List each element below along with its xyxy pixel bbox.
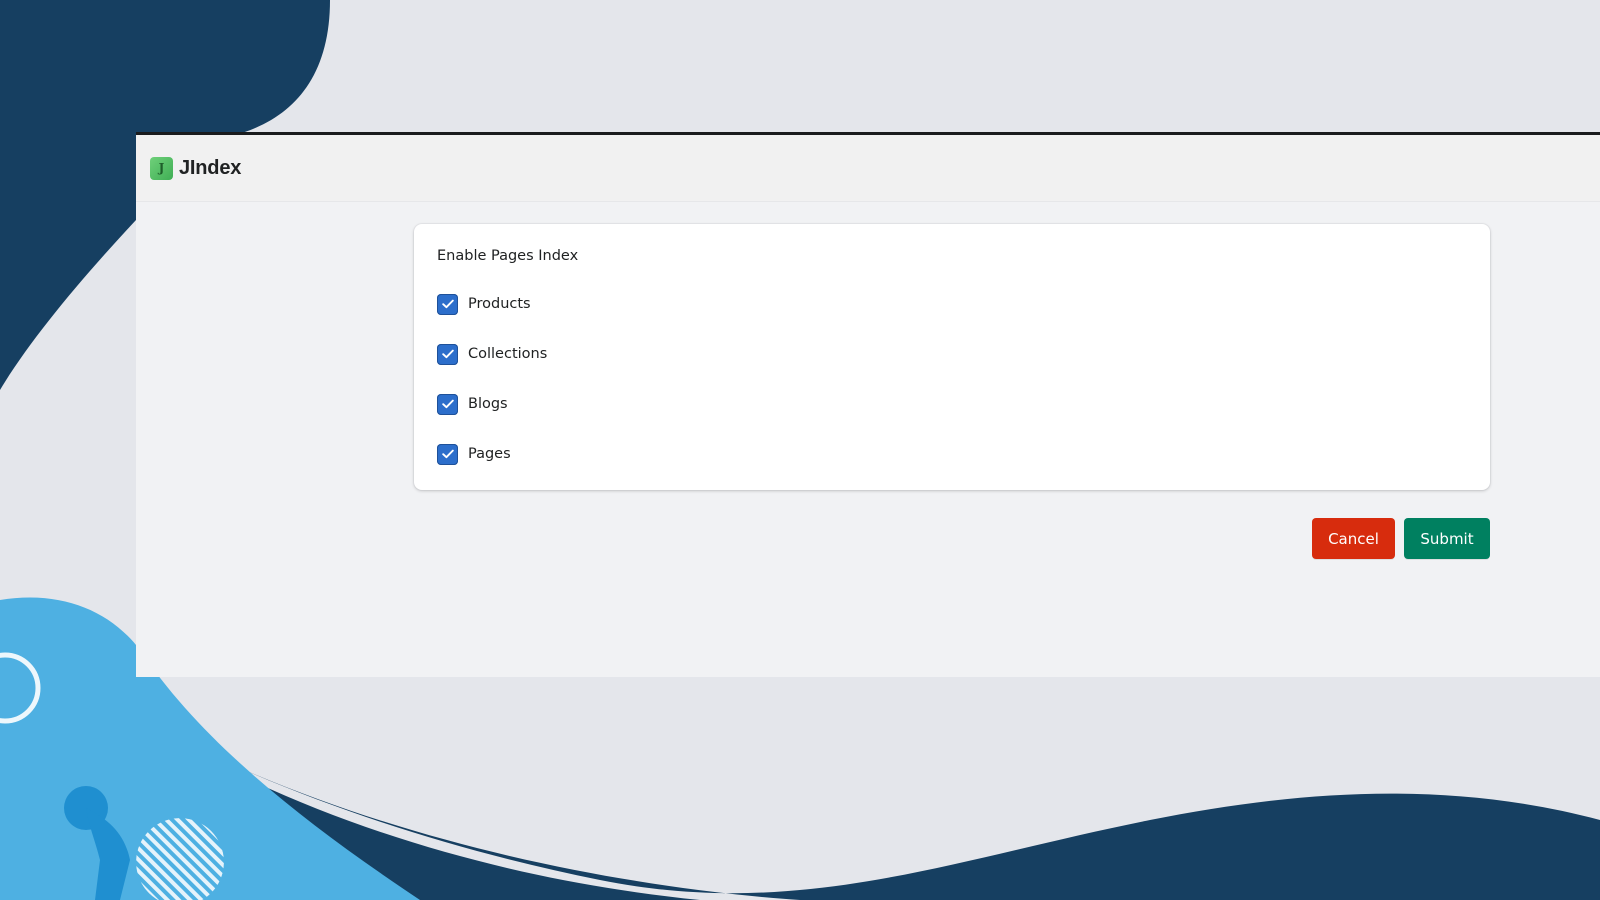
submit-button[interactable]: Submit [1404, 518, 1490, 559]
card-heading: Enable Pages Index [437, 248, 579, 264]
collections-checkbox[interactable] [437, 343, 458, 365]
checkmark-icon [441, 399, 454, 409]
option-collections[interactable]: Collections [437, 329, 1467, 379]
checkmark-icon [441, 299, 454, 309]
app-logo-icon: J [150, 156, 173, 180]
blogs-label: Blogs [468, 396, 508, 412]
app-window: J JIndex Enable Pages Index Products Col… [136, 132, 1600, 677]
option-pages[interactable]: Pages [437, 429, 1467, 479]
form-actions: Cancel Submit [1312, 518, 1490, 559]
option-products[interactable]: Products [437, 279, 1467, 329]
app-title: JIndex [179, 156, 242, 179]
pages-label: Pages [468, 446, 511, 462]
checkmark-icon [441, 349, 454, 359]
settings-card: Enable Pages Index Products Collections … [414, 224, 1490, 490]
products-label: Products [468, 296, 531, 312]
blogs-checkbox[interactable] [437, 393, 458, 415]
checkmark-icon [441, 449, 454, 459]
option-blogs[interactable]: Blogs [437, 379, 1467, 429]
app-logo-letter: J [158, 161, 165, 175]
collections-label: Collections [468, 346, 548, 362]
pages-checkbox[interactable] [437, 443, 458, 465]
cancel-button[interactable]: Cancel [1312, 518, 1395, 559]
products-checkbox[interactable] [437, 293, 458, 315]
app-header: J JIndex [136, 135, 1600, 202]
